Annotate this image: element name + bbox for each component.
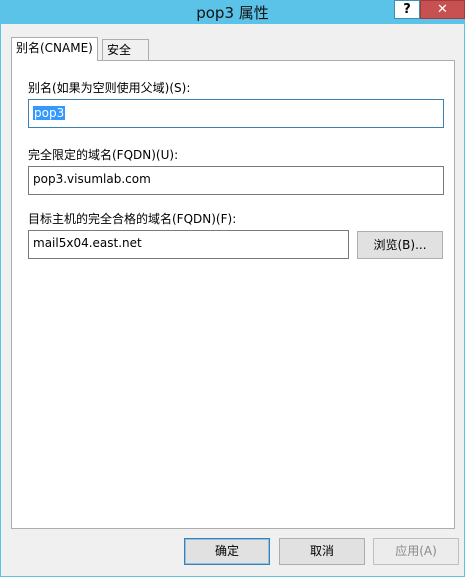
help-button[interactable]: ? [394,0,420,19]
ok-button[interactable]: 确定 [184,538,270,565]
tab-cname[interactable]: 别名(CNAME) [11,37,98,61]
properties-dialog: pop3 属性 ? ✕ 别名(CNAME) 安全 别名(如果为空则使用父域)(S… [0,0,465,577]
tab-security[interactable]: 安全 [102,39,149,60]
apply-button[interactable]: 应用(A) [373,538,459,565]
title-bar[interactable]: pop3 属性 ? ✕ [0,0,465,24]
target-host-label: 目标主机的完全合格的域名(FQDN)(F): [28,212,237,226]
target-host-input[interactable]: mail5x04.east.net [28,230,349,259]
fqdn-label: 完全限定的域名(FQDN)(U): [28,148,179,162]
close-button[interactable]: ✕ [420,0,465,19]
alias-input[interactable]: pop3 [28,99,444,128]
dialog-client-area: 别名(CNAME) 安全 别名(如果为空则使用父域)(S): pop3 完全限定… [1,24,464,576]
browse-button[interactable]: 浏览(B)... [357,231,443,259]
alias-selected-text: pop3 [33,106,66,120]
tab-panel-cname: 别名(如果为空则使用父域)(S): pop3 完全限定的域名(FQDN)(U):… [11,60,455,529]
alias-label: 别名(如果为空则使用父域)(S): [28,81,191,95]
cancel-button[interactable]: 取消 [279,538,365,565]
fqdn-field[interactable]: pop3.visumlab.com [28,166,444,195]
